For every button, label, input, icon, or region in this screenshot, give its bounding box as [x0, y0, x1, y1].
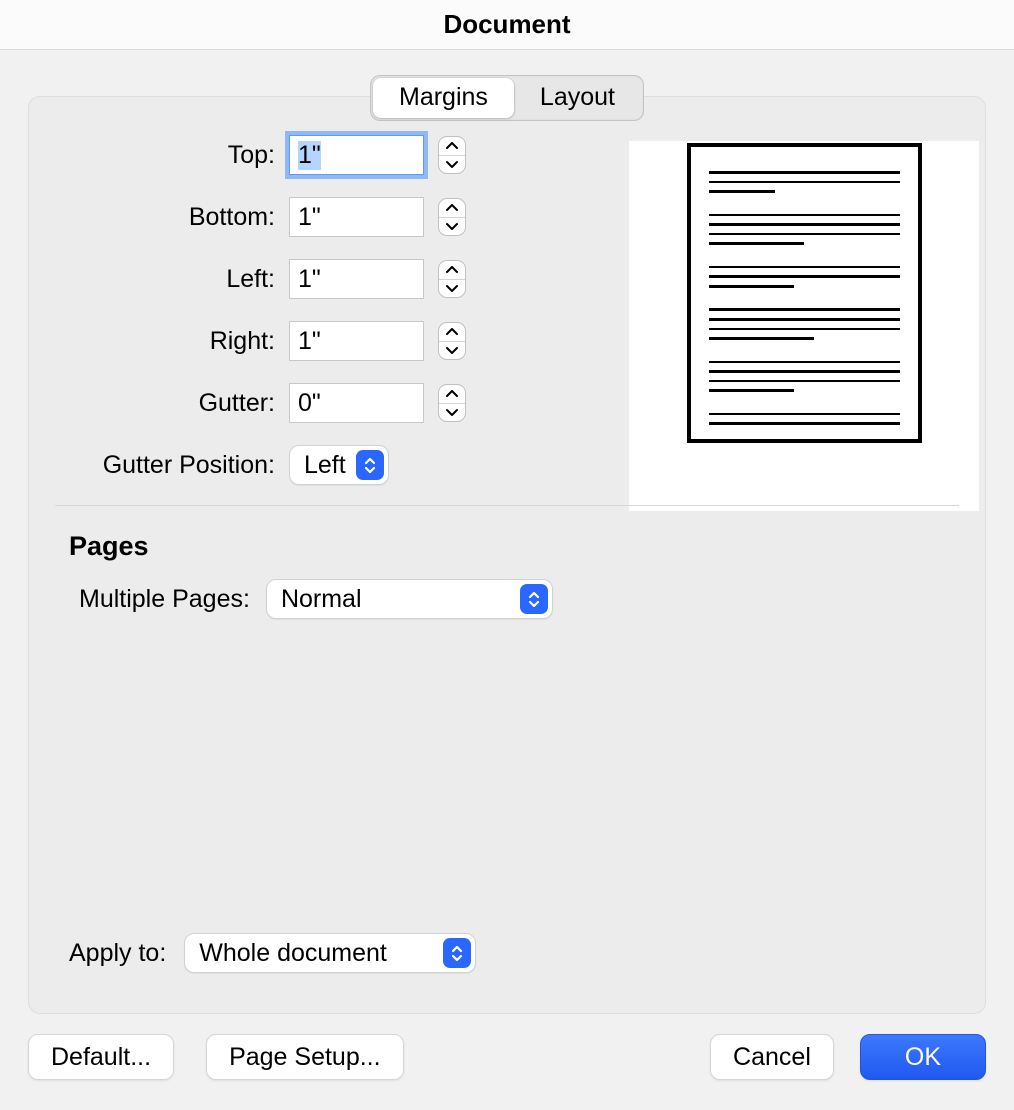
tab-bar: Margins Layout	[370, 75, 644, 121]
dialog-button-bar: Default... Page Setup... Cancel OK	[28, 1034, 986, 1080]
row-top: Top:	[69, 135, 466, 175]
dialog-titlebar: Document	[0, 0, 1014, 50]
stepper-bottom[interactable]	[438, 198, 466, 236]
label-gutter-position: Gutter Position:	[69, 451, 289, 480]
label-multiple-pages: Multiple Pages:	[79, 585, 266, 614]
select-apply-to-value: Whole document	[199, 939, 397, 968]
input-bottom[interactable]	[289, 197, 424, 237]
input-gutter[interactable]	[289, 383, 424, 423]
page-preview-container	[629, 141, 979, 511]
stepper-left-down[interactable]	[439, 280, 465, 298]
input-left[interactable]	[289, 259, 424, 299]
stepper-bottom-up[interactable]	[439, 199, 465, 218]
separator	[55, 505, 959, 506]
updown-chevron-icon	[356, 450, 384, 480]
row-gutter: Gutter:	[69, 383, 466, 423]
stepper-right[interactable]	[438, 322, 466, 360]
select-gutter-position[interactable]: Left	[289, 445, 389, 485]
row-multiple-pages: Multiple Pages: Normal	[79, 579, 553, 619]
dialog-title: Document	[443, 9, 570, 40]
stepper-top-down[interactable]	[439, 156, 465, 174]
stepper-left[interactable]	[438, 260, 466, 298]
stepper-gutter[interactable]	[438, 384, 466, 422]
input-right[interactable]	[289, 321, 424, 361]
label-left: Left:	[69, 265, 289, 294]
select-multiple-pages[interactable]: Normal	[266, 579, 553, 619]
pages-heading: Pages	[69, 531, 149, 562]
row-apply-to: Apply to: Whole document	[69, 933, 476, 973]
stepper-gutter-down[interactable]	[439, 404, 465, 422]
label-apply-to: Apply to:	[69, 939, 184, 968]
row-gutter-position: Gutter Position: Left	[69, 445, 466, 485]
page-setup-button[interactable]: Page Setup...	[206, 1034, 404, 1080]
tab-layout[interactable]: Layout	[514, 78, 641, 118]
tab-margins[interactable]: Margins	[373, 78, 514, 118]
margins-fields: Top: Bottom: Left: Right:	[69, 135, 466, 507]
stepper-right-down[interactable]	[439, 342, 465, 360]
row-left: Left:	[69, 259, 466, 299]
updown-chevron-icon	[520, 584, 548, 614]
document-settings-panel: Margins Layout Top: Bottom: Left:	[28, 96, 986, 1014]
row-right: Right:	[69, 321, 466, 361]
default-button[interactable]: Default...	[28, 1034, 174, 1080]
label-bottom: Bottom:	[69, 203, 289, 232]
row-bottom: Bottom:	[69, 197, 466, 237]
label-top: Top:	[69, 141, 289, 170]
stepper-left-up[interactable]	[439, 261, 465, 280]
stepper-right-up[interactable]	[439, 323, 465, 342]
select-gutter-position-value: Left	[304, 451, 356, 480]
select-apply-to[interactable]: Whole document	[184, 933, 476, 973]
page-preview	[687, 143, 922, 443]
select-multiple-pages-value: Normal	[281, 585, 372, 614]
stepper-gutter-up[interactable]	[439, 385, 465, 404]
input-top[interactable]	[289, 135, 424, 175]
label-right: Right:	[69, 327, 289, 356]
label-gutter: Gutter:	[69, 389, 289, 418]
stepper-top[interactable]	[438, 136, 466, 174]
ok-button[interactable]: OK	[860, 1034, 986, 1080]
updown-chevron-icon	[443, 938, 471, 968]
cancel-button[interactable]: Cancel	[710, 1034, 834, 1080]
stepper-bottom-down[interactable]	[439, 218, 465, 236]
stepper-top-up[interactable]	[439, 137, 465, 156]
